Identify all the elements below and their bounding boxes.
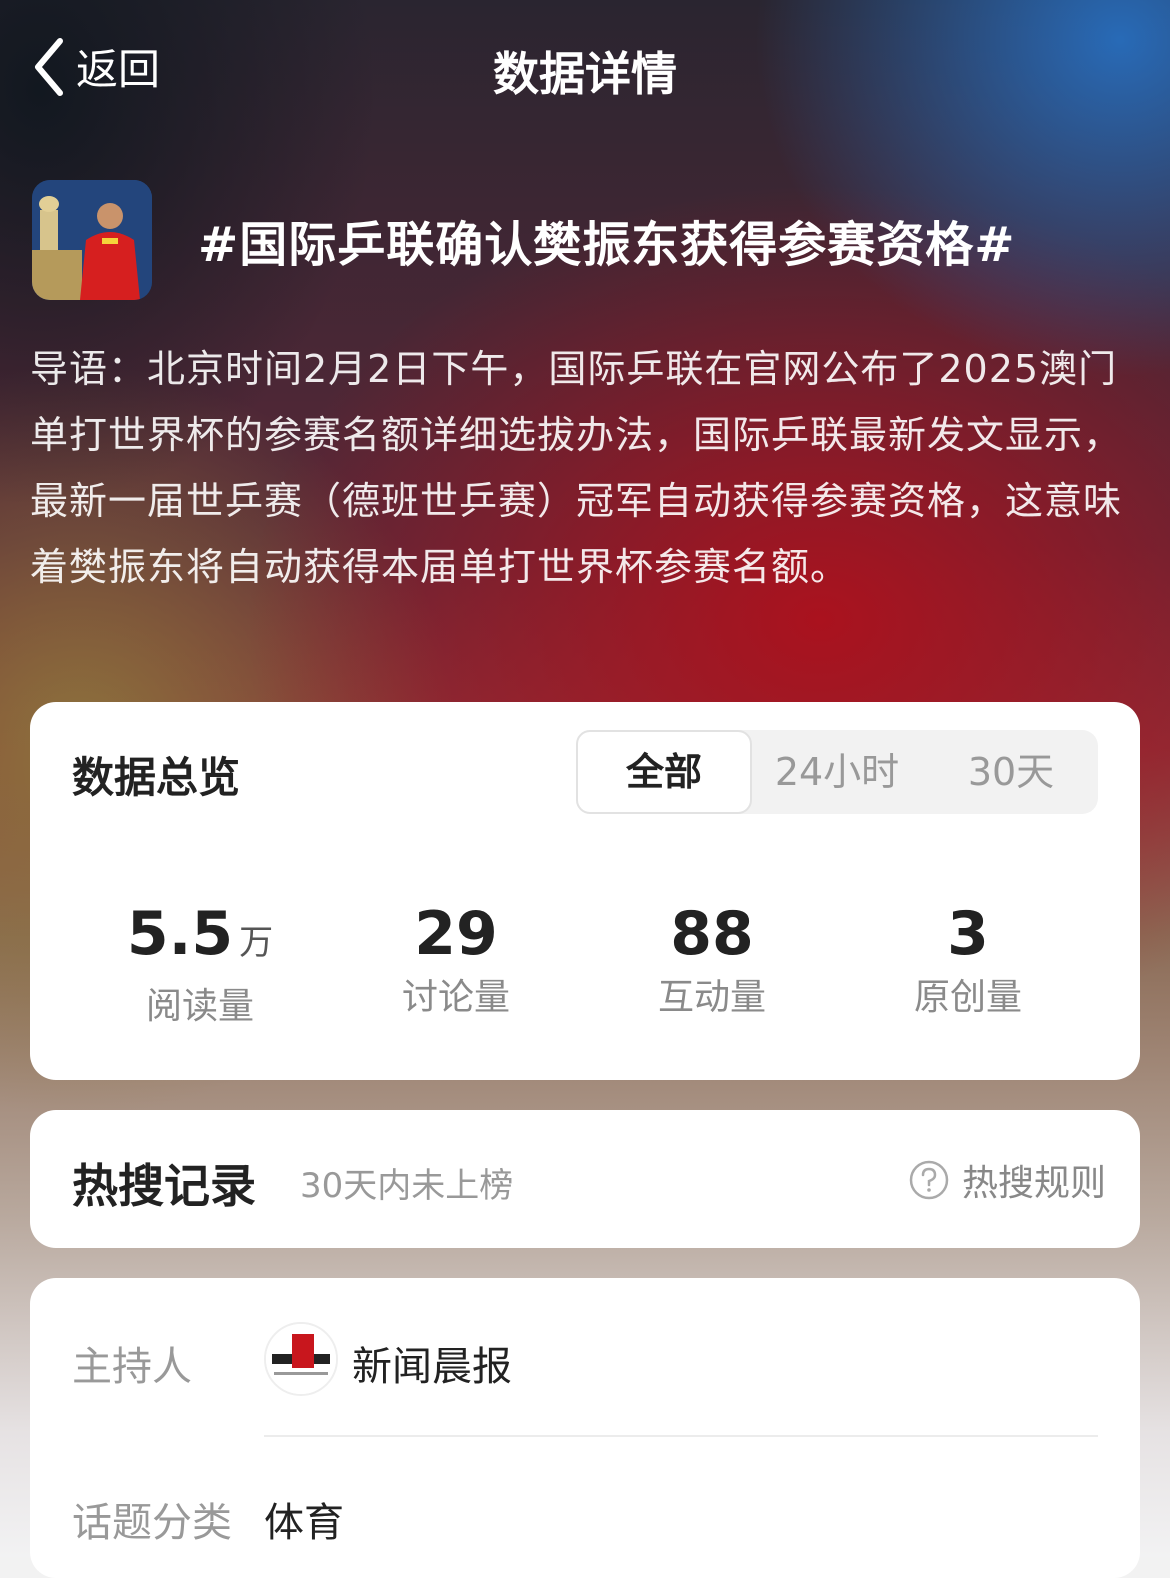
category-label: 话题分类 xyxy=(72,1500,232,1546)
stat-label: 阅读量 xyxy=(145,986,254,1027)
stat-number: 3 xyxy=(947,899,989,969)
stat-value: 3 xyxy=(848,898,1088,970)
newspaper-logo-icon xyxy=(266,1324,336,1394)
time-range-tabs: 全部 24小时 30天 xyxy=(576,730,1098,814)
hot-search-rules-link[interactable]: 热搜规则 xyxy=(908,1154,1106,1206)
host-name[interactable]: 新闻晨报 xyxy=(352,1334,512,1392)
stat-interactions: 88 互动量 xyxy=(592,898,832,1024)
data-overview-card: 数据总览 全部 24小时 30天 5.5 万 阅读量 29 讨论量 88 互动量 … xyxy=(30,702,1140,1080)
hot-search-card: 热搜记录 30天内未上榜 热搜规则 xyxy=(30,1110,1140,1248)
overview-title: 数据总览 xyxy=(72,753,241,802)
hot-search-title: 热搜记录 xyxy=(72,1159,256,1213)
topic-info-card: 主持人 新闻晨报 话题分类 体育 xyxy=(30,1278,1140,1578)
stat-label: 原创量 xyxy=(913,977,1022,1018)
divider xyxy=(264,1435,1098,1437)
stat-value: 29 xyxy=(336,898,576,970)
tab-all[interactable]: 全部 xyxy=(576,730,752,814)
hot-search-status: 30天内未上榜 xyxy=(300,1166,514,1206)
page: 返回 数据详情 #国际乒联确认樊振东获得参赛资格# 导语：北京时间2月2日下午，… xyxy=(0,0,1170,1578)
host-avatar[interactable] xyxy=(264,1322,338,1396)
host-label: 主持人 xyxy=(72,1344,192,1390)
topic-cover-image xyxy=(32,180,152,300)
topic-title: #国际乒联确认樊振东获得参赛资格# xyxy=(198,217,1016,273)
stat-reads: 5.5 万 阅读量 xyxy=(80,898,320,1033)
stat-value: 88 xyxy=(592,898,832,970)
tab-24h[interactable]: 24小时 xyxy=(750,730,924,814)
stat-number: 88 xyxy=(670,899,754,969)
stat-unit: 万 xyxy=(239,923,274,963)
stat-number: 5.5 xyxy=(126,899,234,969)
stat-label: 互动量 xyxy=(657,977,766,1018)
stat-value: 5.5 万 xyxy=(80,898,320,979)
stat-originals: 3 原创量 xyxy=(848,898,1088,1024)
page-title: 数据详情 xyxy=(493,47,677,101)
stat-number: 29 xyxy=(414,899,498,969)
tab-30d[interactable]: 30天 xyxy=(924,730,1098,814)
stat-discussions: 29 讨论量 xyxy=(336,898,576,1024)
question-circle-icon xyxy=(909,1160,949,1200)
hot-search-rules-label: 热搜规则 xyxy=(961,1163,1106,1204)
player-photo-icon xyxy=(32,180,152,300)
topic-intro: 导语：北京时间2月2日下午，国际乒联在官网公布了2025澳门单打世界杯的参赛名额… xyxy=(30,347,1123,589)
stat-label: 讨论量 xyxy=(401,977,510,1018)
category-value: 体育 xyxy=(264,1500,344,1546)
